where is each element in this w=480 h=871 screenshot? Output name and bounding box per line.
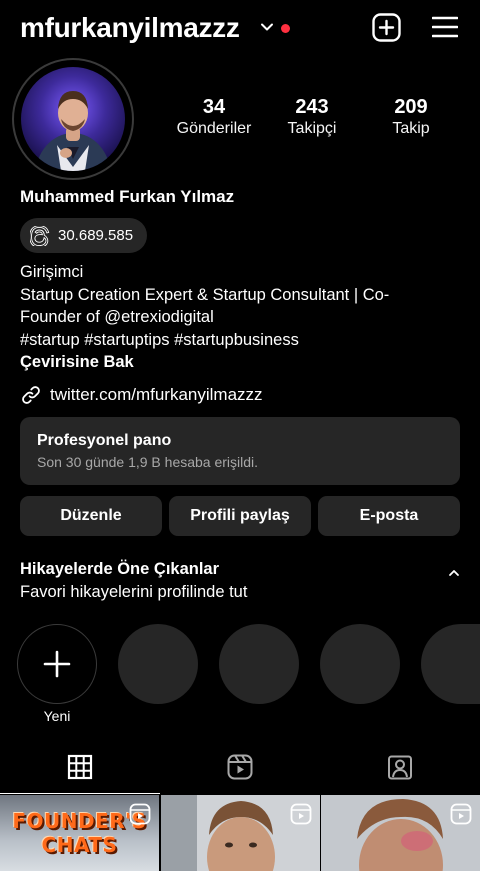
professional-dashboard[interactable]: Profesyonel pano Son 30 günde 1,9 B hesa… <box>20 417 460 485</box>
reels-icon <box>227 754 253 780</box>
reel-badge-icon <box>290 803 311 825</box>
highlight-placeholder <box>421 624 480 704</box>
tab-reels[interactable] <box>160 740 320 794</box>
threads-badge[interactable]: 30.689.585 <box>20 218 148 253</box>
followers-count: 243 <box>295 96 329 118</box>
avatar-ring[interactable] <box>12 58 134 180</box>
posts-count: 34 <box>202 96 226 118</box>
edit-profile-button[interactable]: Düzenle <box>20 496 162 536</box>
profile-actions: Düzenle Profili paylaş E-posta <box>20 496 460 536</box>
tab-grid[interactable] <box>0 740 160 794</box>
bio-line[interactable]: #startup #startuptips #startupbusiness <box>20 329 460 352</box>
chevron-down-icon[interactable] <box>260 20 274 34</box>
link-text[interactable]: twitter.com/mfurkanyilmazzz <box>50 385 263 405</box>
dashboard-subtitle: Son 30 günde 1,9 B hesaba erişildi. <box>37 454 259 470</box>
top-bar: mfurkanyilmazzz <box>0 0 480 56</box>
email-button[interactable]: E-posta <box>318 496 460 536</box>
plus-icon <box>43 650 71 678</box>
username[interactable]: mfurkanyilmazzz <box>20 12 240 44</box>
posts-label: Gönderiler <box>176 120 252 137</box>
profile-tabs <box>0 740 480 794</box>
tab-tagged[interactable] <box>320 740 480 794</box>
active-tab-indicator <box>0 792 160 794</box>
avatar-illustration <box>35 91 111 171</box>
dashboard-title: Profesyonel pano <box>37 432 172 449</box>
stat-followers[interactable]: 243 Takipçi <box>270 96 354 140</box>
threads-count: 30.689.585 <box>58 227 134 244</box>
chevron-up-icon[interactable] <box>447 567 461 579</box>
highlight-placeholder <box>118 624 198 704</box>
full-name: Muhammed Furkan Yılmaz <box>20 187 235 206</box>
reel-badge-icon <box>450 803 472 825</box>
notification-dot <box>281 24 290 33</box>
avatar[interactable] <box>21 67 125 171</box>
following-count: 209 <box>394 96 428 118</box>
bio: Girişimci Startup Creation Expert & Star… <box>20 261 460 374</box>
link-icon <box>22 386 40 404</box>
new-highlight-label: Yeni <box>43 708 71 724</box>
profile-link[interactable]: twitter.com/mfurkanyilmazzz <box>20 384 263 406</box>
bio-line: Girişimci <box>20 263 84 281</box>
highlight-placeholder <box>320 624 400 704</box>
highlights-subtitle: Favori hikayelerini profilinde tut <box>20 583 248 601</box>
menu-icon[interactable] <box>432 15 458 39</box>
stat-posts[interactable]: 34 Gönderiler <box>168 96 260 140</box>
post-thumbnail[interactable] <box>160 795 320 871</box>
stat-following[interactable]: 209 Takip <box>370 96 452 140</box>
post-thumbnail[interactable] <box>321 795 480 871</box>
highlights-title: Hikayelerde Öne Çıkanlar <box>20 560 220 578</box>
post-thumbnail[interactable]: FOUNDER'S CHATS <box>0 795 159 871</box>
threads-icon <box>30 225 50 246</box>
translate-link[interactable]: Çevirisine Bak <box>20 351 460 374</box>
new-highlight-button[interactable] <box>17 624 97 704</box>
highlight-placeholder <box>219 624 299 704</box>
followers-label: Takipçi <box>287 120 337 137</box>
following-label: Takip <box>392 120 430 137</box>
bio-line: Startup Creation Expert & Startup Consul… <box>20 285 390 304</box>
new-post-icon[interactable] <box>372 13 401 42</box>
grid-icon <box>67 754 93 780</box>
tagged-icon <box>388 755 412 780</box>
reel-badge-icon <box>129 803 151 825</box>
bio-line[interactable]: Founder of @etrexiodigital <box>20 306 460 329</box>
share-profile-button[interactable]: Profili paylaş <box>169 496 311 536</box>
post-grid: FOUNDER'S CHATS <box>0 795 480 871</box>
